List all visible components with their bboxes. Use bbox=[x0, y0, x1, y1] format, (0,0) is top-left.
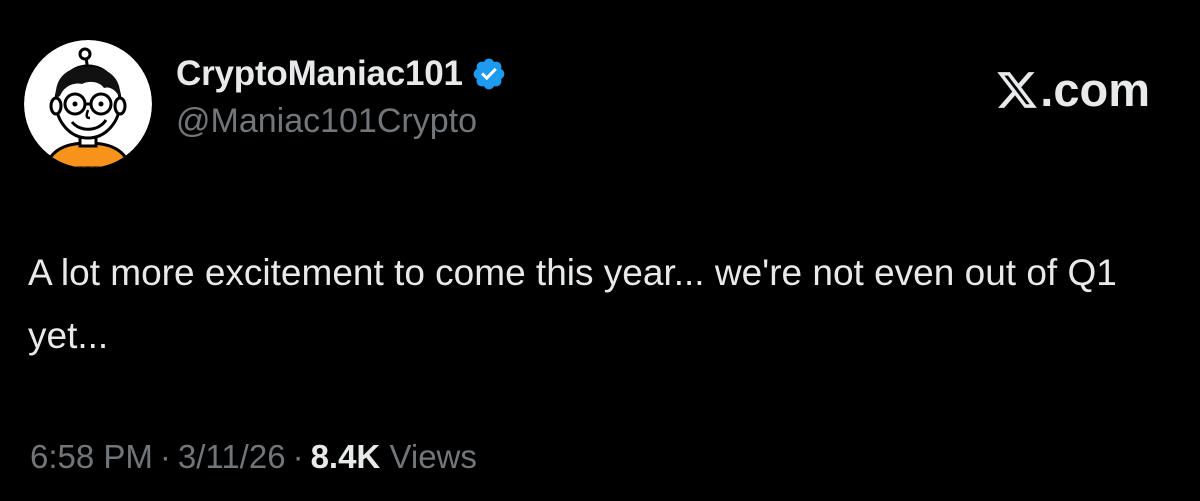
author-info: CryptoManiac101 @Maniac101Crypto bbox=[176, 52, 507, 141]
views-count[interactable]: 8.4K bbox=[311, 438, 381, 475]
tweet-date[interactable]: 3/11/26 bbox=[178, 438, 286, 475]
display-name-row: CryptoManiac101 bbox=[176, 52, 507, 96]
site-brand: .com bbox=[994, 62, 1150, 117]
brand-domain-suffix: .com bbox=[1040, 63, 1150, 116]
avatar-cartoon-face-icon bbox=[24, 40, 152, 168]
tweet-time[interactable]: 6:58 PM bbox=[30, 438, 153, 475]
views-label: Views bbox=[389, 438, 477, 475]
meta-separator: · bbox=[159, 438, 171, 475]
author-display-name[interactable]: CryptoManiac101 bbox=[176, 54, 463, 94]
tweet-text: A lot more excitement to come this year.… bbox=[28, 252, 1117, 356]
tweet-card: CryptoManiac101 @Maniac101Crypto .com A … bbox=[0, 0, 1200, 501]
verified-badge-icon[interactable] bbox=[471, 56, 507, 92]
avatar[interactable] bbox=[24, 40, 152, 168]
tweet-meta: 6:58 PM · 3/11/26 · 8.4K Views bbox=[30, 438, 477, 476]
x-logo-icon bbox=[994, 68, 1040, 112]
meta-separator: · bbox=[292, 438, 304, 475]
author-handle[interactable]: @Maniac101Crypto bbox=[176, 102, 507, 141]
